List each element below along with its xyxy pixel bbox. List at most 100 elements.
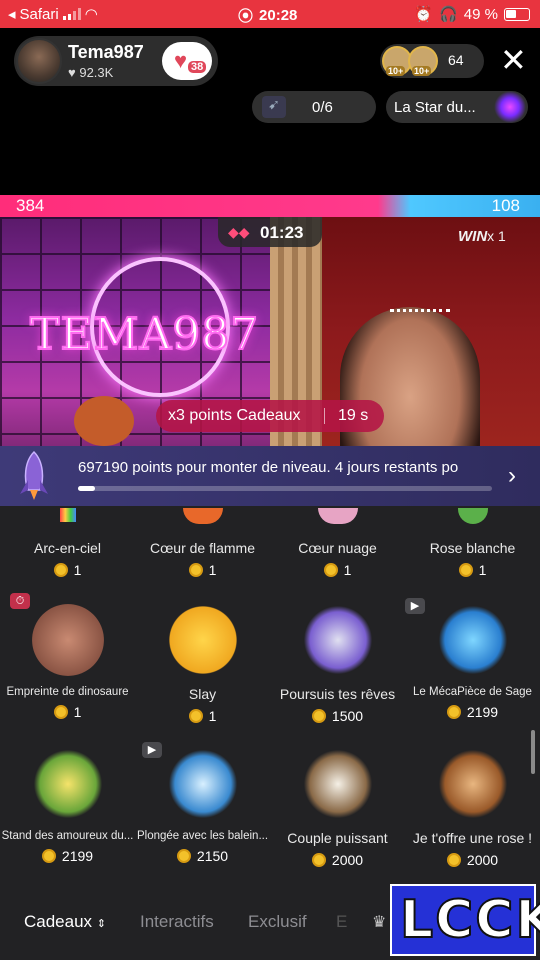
status-right: ⏰ 🎧 49 % (414, 5, 530, 23)
level-progress-track (78, 486, 492, 491)
coin-icon (188, 563, 203, 577)
gift-item[interactable]: Le MécaPièce de Sage 2199 (405, 604, 540, 720)
dinosaur-footprint-icon (31, 604, 104, 676)
timer-text: 01:23 (260, 223, 304, 242)
gift-price: 1 (0, 562, 135, 578)
gift-item[interactable]: Couple puissant 2000 (270, 748, 405, 868)
gift-price: 2150 (135, 848, 270, 864)
likes-count: 92.3K (79, 65, 114, 80)
battery-percent: 49 % (463, 5, 498, 23)
gift-goal-icon: ➹ (262, 96, 286, 118)
star-event-label: La Star du... (394, 99, 476, 116)
coin-icon (311, 853, 326, 867)
crown-icon[interactable]: ♛ (372, 912, 386, 932)
gift-item[interactable]: Arc-en-ciel 1 (0, 508, 135, 578)
host-profile[interactable]: Tema987 ♥ 92.3K ♥ 38 (14, 36, 218, 86)
gift-name: Slay (188, 686, 217, 702)
squirrel-rose-icon (436, 748, 509, 820)
viewer-count[interactable]: 64 (448, 52, 464, 68)
gift-name: Cœur de flamme (149, 540, 256, 556)
gift-item[interactable]: Plongée avec les balein... 2150 (135, 748, 270, 864)
gift-price: 2000 (270, 852, 405, 868)
bonus-text: x3 points Cadeaux (168, 407, 301, 424)
rocket-icon (20, 450, 48, 500)
watermark-text: LCCK (399, 889, 540, 951)
back-arrow-icon: ◂ (8, 6, 16, 23)
gift-item[interactable]: Slay 1 (135, 604, 270, 724)
goal-progress: 0/6 (312, 99, 333, 116)
lovers-stand-icon (31, 748, 104, 820)
coin-icon (41, 849, 56, 863)
win-streak: WINx 1 (458, 228, 506, 245)
viewer-list[interactable]: 10+ 10+ 64 (380, 44, 484, 78)
battle-icon: ◆◆ (228, 224, 250, 240)
sort-icon: ⇕ (96, 918, 107, 930)
mecha-sage-icon (436, 604, 509, 676)
coin-icon (176, 849, 191, 863)
flame-heart-icon (182, 508, 223, 524)
coin-icon (53, 705, 68, 719)
host-likes: ♥ 92.3K (68, 65, 113, 80)
gift-name: Plongée avec les balein... (136, 830, 269, 842)
gift-name: Le MécaPièce de Sage (413, 686, 532, 698)
coin-icon (188, 709, 203, 723)
tab-gifts[interactable]: Cadeaux ⇕ (24, 912, 106, 932)
close-icon[interactable]: ✕ (500, 44, 527, 76)
battle-score-bar: 384 108 (0, 195, 540, 217)
right-score: 108 (491, 196, 520, 215)
avatar[interactable] (16, 38, 62, 84)
firework-icon (494, 91, 526, 123)
carrier-label: Safari (19, 5, 59, 23)
tiara (390, 309, 450, 323)
alarm-icon: ⏰ (414, 6, 434, 23)
gift-item[interactable]: Je t'offre une rose ! 2000 (405, 748, 540, 868)
gift-name: Je t'offre une rose ! (412, 830, 533, 846)
fan-level: 38 (188, 61, 207, 73)
cloud-heart-icon (317, 508, 358, 524)
gift-price: 1 (270, 562, 405, 578)
gift-item[interactable]: Stand des amoureux du... 2199 (0, 748, 135, 864)
gift-name: Poursuis tes rêves (279, 686, 396, 702)
fan-club-button[interactable]: ♥ 38 (162, 42, 212, 80)
neon-name: TEMA987 (29, 308, 260, 361)
level-banner[interactable]: 697190 points pour monter de niveau. 4 j… (0, 446, 540, 506)
coin-icon (53, 563, 68, 577)
gift-item[interactable]: Empreinte de dinosaure 1 (0, 604, 135, 720)
coin-icon (458, 563, 473, 577)
heart-icon: ♥ (68, 65, 76, 80)
tab-exclusive[interactable]: Exclusif (248, 912, 307, 932)
gift-item[interactable]: Rose blanche 1 (405, 508, 540, 578)
star-event-pill[interactable]: La Star du... (386, 91, 528, 123)
rainbow-icon (59, 508, 76, 522)
gift-price: 2199 (405, 704, 540, 720)
goal-pill[interactable]: ➹ 0/6 (252, 91, 376, 123)
scrollbar[interactable] (531, 730, 535, 774)
recording-icon: ⦿ (238, 8, 254, 25)
gift-item[interactable]: Cœur de flamme 1 (135, 508, 270, 578)
left-score: 384 (16, 196, 45, 215)
tab-interactive[interactable]: Interactifs (140, 912, 214, 932)
white-rose-icon (457, 508, 488, 524)
status-left: ◂ Safari ◠ (8, 5, 98, 24)
battery-icon (504, 7, 530, 21)
gift-price: 1 (135, 708, 270, 724)
tab-more[interactable]: E (336, 912, 347, 932)
gift-price: 1 (405, 562, 540, 578)
bonus-banner: x3 points Cadeaux 19 s (156, 400, 384, 432)
status-time: 20:28 (259, 7, 298, 24)
gift-item[interactable]: Cœur nuage 1 (270, 508, 405, 578)
viewer-avatar[interactable]: 10+ (408, 46, 438, 76)
status-center: ⦿ 20:28 (238, 5, 297, 26)
wifi-icon: ◠ (84, 6, 98, 23)
gift-price: 1 (0, 704, 135, 720)
win-label: WIN (458, 228, 488, 245)
level-progress-fill (78, 486, 95, 491)
chevron-right-icon[interactable]: › (508, 462, 516, 490)
gift-item[interactable]: Poursuis tes rêves 1500 (270, 604, 405, 724)
headphones-icon: 🎧 (439, 6, 458, 23)
signal-icon (62, 8, 81, 20)
gift-name: Stand des amoureux du... (1, 830, 134, 842)
whale-dive-icon (166, 748, 239, 820)
host-name: Tema987 (68, 42, 144, 62)
gift-name: Empreinte de dinosaure (6, 686, 129, 698)
